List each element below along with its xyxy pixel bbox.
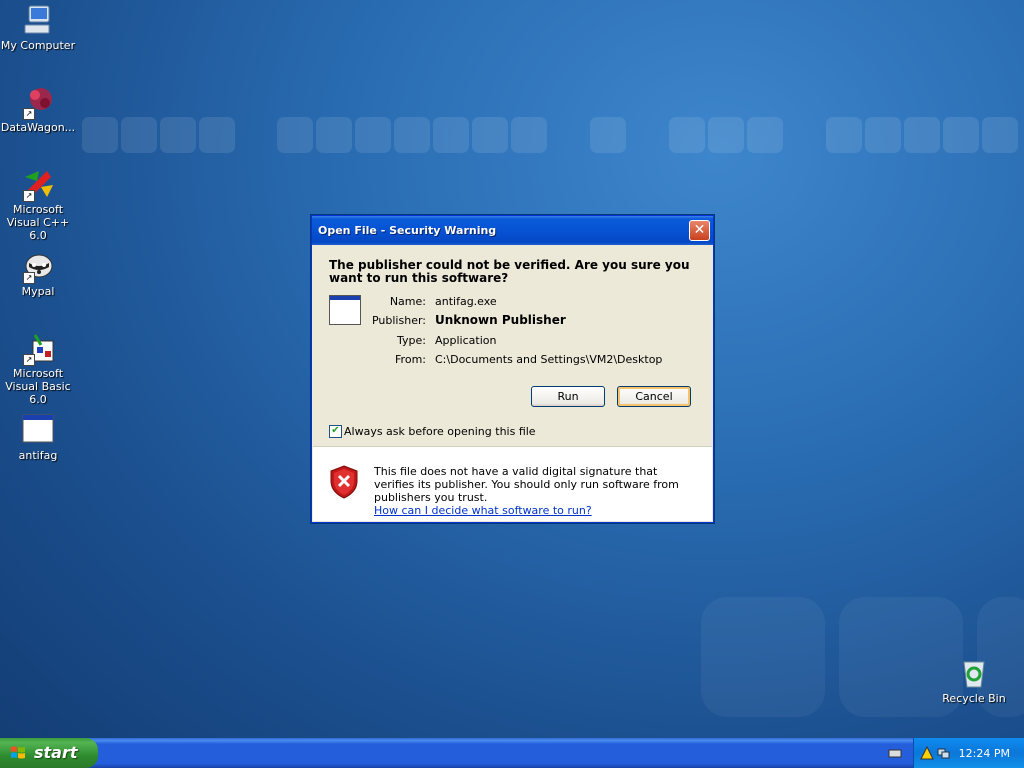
always-ask-checkbox[interactable]: ✔ [329,425,342,438]
publisher-value: Unknown Publisher [435,313,566,327]
desktop-icon-label: Microsoft Visual C++ 6.0 [6,203,70,242]
desktop-icon-label: Mypal [21,285,55,298]
mypal-raccoon-icon: ↗ [21,249,55,284]
always-ask-label[interactable]: Always ask before opening this file [344,425,536,438]
checkmark-icon: ✔ [331,425,340,436]
close-icon: ✕ [693,222,706,238]
desktop-icon-mypal[interactable]: ↗ Mypal [0,249,76,298]
publisher-question: The publisher could not be verified. Are… [329,258,690,285]
desktop-icon-label: Microsoft Visual Basic 6.0 [5,367,71,406]
computer-icon [21,3,55,37]
name-label: Name: [389,295,426,308]
help-link[interactable]: How can I decide what software to run? [374,504,592,517]
type-value: Application [435,334,497,347]
desktop-icon-label: DataWagon... [0,121,76,134]
application-window-icon [21,413,55,447]
start-button[interactable]: start [0,738,98,768]
application-file-icon [329,295,361,325]
network-icon[interactable] [936,746,950,760]
type-label: Type: [397,334,426,347]
shortcut-arrow-icon: ↗ [23,272,35,284]
from-value: C:\Documents and Settings\VM2\Desktop [435,353,663,366]
recycle-bin-icon [957,656,991,690]
from-label: From: [395,353,426,366]
warning-text: This file does not have a valid digital … [374,465,679,504]
clock[interactable]: 12:24 PM [959,747,1010,760]
keyboard-icon[interactable] [888,746,902,760]
system-tray: 12:24 PM [913,738,1024,768]
start-label: start [34,743,78,762]
divider [313,446,712,447]
security-shield-icon [329,465,359,499]
security-alert-icon[interactable] [920,745,934,760]
visual-cpp-icon: ↗ [21,167,55,202]
dialog-top-section: The publisher could not be verified. Are… [313,245,712,446]
desktop-icon-datawagon[interactable]: ↗ DataWagon... [0,85,76,134]
warning-message: This file does not have a valid digital … [374,465,694,517]
windows-logo-icon [10,745,26,761]
shortcut-arrow-icon: ↗ [23,190,35,202]
datawagon-icon: ↗ [21,85,55,120]
desktop-icon-my-computer[interactable]: My Computer [0,3,76,52]
desktop-icon-visual-basic[interactable]: ↗ Microsoft Visual Basic 6.0 [0,331,76,406]
dialog-titlebar[interactable]: Open File - Security Warning ✕ [312,216,713,245]
cancel-button[interactable]: Cancel [617,386,691,407]
desktop-icon-label: antifag [18,449,58,462]
run-button[interactable]: Run [531,386,605,407]
security-warning-dialog: Open File - Security Warning ✕ The publi… [311,215,714,523]
close-button[interactable]: ✕ [689,220,710,241]
desktop-icon-label: My Computer [0,39,76,52]
shortcut-arrow-icon: ↗ [23,108,35,120]
desktop-icon-recycle-bin[interactable]: Recycle Bin [936,656,1012,705]
visual-basic-icon: ↗ [21,331,55,366]
taskbar: start 12:24 PM [0,738,1024,768]
desktop-icon-label: Recycle Bin [942,692,1006,705]
shortcut-arrow-icon: ↗ [23,354,35,366]
publisher-label: Publisher: [371,314,426,327]
desktop-icon-antifag[interactable]: antifag [0,413,76,462]
name-value: antifag.exe [435,295,497,308]
desktop-icon-visual-cpp[interactable]: ↗ Microsoft Visual C++ 6.0 [0,167,76,242]
dialog-body: The publisher could not be verified. Are… [313,245,712,521]
dialog-title: Open File - Security Warning [318,224,497,237]
